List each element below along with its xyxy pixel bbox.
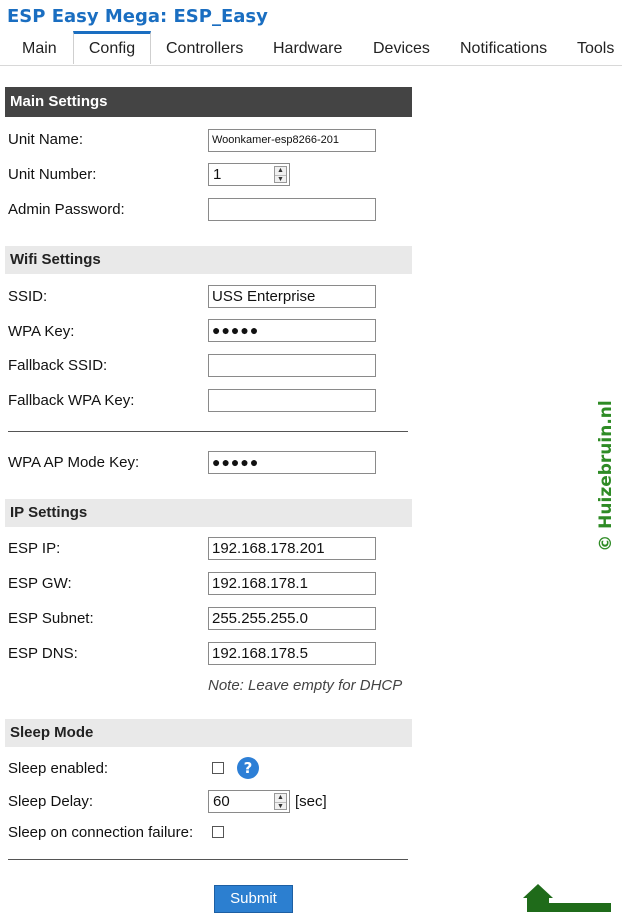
unit-name-label: Unit Name: (8, 131, 84, 148)
unit-name-input[interactable]: Woonkamer-esp8266-201 (208, 129, 376, 152)
spin-down-icon[interactable]: ▼ (275, 802, 286, 810)
esp-ip-label: ESP IP: (8, 540, 61, 557)
unit-number-label: Unit Number: (8, 166, 97, 183)
ssid-input[interactable]: USS Enterprise (208, 285, 376, 308)
spin-down-icon[interactable]: ▼ (275, 175, 286, 183)
spin-up-icon[interactable]: ▲ (275, 794, 286, 801)
fallback-ssid-label: Fallback SSID: (8, 357, 108, 374)
sleep-enabled-checkbox[interactable] (212, 762, 224, 774)
unit-number-value: 1 (213, 166, 222, 183)
tab-tools[interactable]: Tools (577, 33, 614, 65)
unit-number-stepper[interactable]: 1 ▲ ▼ (208, 163, 290, 186)
sleep-delay-label: Sleep Delay: (8, 793, 94, 810)
wpa-key-input[interactable]: ●●●●● (208, 319, 376, 342)
fallback-wpa-key-input[interactable] (208, 389, 376, 412)
wpa-key-label: WPA Key: (8, 323, 75, 340)
help-icon[interactable]: ? (237, 757, 259, 779)
main-settings-header: Main Settings (5, 87, 412, 117)
ap-mode-key-input[interactable]: ●●●●● (208, 451, 376, 474)
tab-divider (0, 65, 622, 66)
page-title: ESP Easy Mega: ESP_Easy (7, 6, 268, 27)
watermark-text: © Huizebruin.nl (596, 400, 616, 552)
wifi-settings-header: Wifi Settings (5, 246, 412, 274)
sleep-on-failure-checkbox[interactable] (212, 826, 224, 838)
esp-gw-label: ESP GW: (8, 575, 72, 592)
esp-dns-input[interactable]: 192.168.178.5 (208, 642, 376, 665)
house-icon (523, 884, 553, 898)
ip-settings-header: IP Settings (5, 499, 412, 527)
ssid-label: SSID: (8, 288, 48, 305)
fallback-wpa-key-label: Fallback WPA Key: (8, 392, 135, 409)
huizebruin-logo (521, 884, 613, 916)
sleep-delay-value: 60 (213, 793, 230, 810)
tab-controllers[interactable]: Controllers (166, 33, 243, 65)
sleep-mode-header: Sleep Mode (5, 719, 412, 747)
ap-mode-key-label: WPA AP Mode Key: (8, 454, 140, 471)
spin-up-icon[interactable]: ▲ (275, 167, 286, 174)
esp-subnet-label: ESP Subnet: (8, 610, 94, 627)
esp-ip-input[interactable]: 192.168.178.201 (208, 537, 376, 560)
sleep-delay-unit: [sec] (295, 793, 327, 810)
esp-subnet-input[interactable]: 255.255.255.0 (208, 607, 376, 630)
tab-notifications[interactable]: Notifications (460, 33, 547, 65)
sleep-on-failure-label: Sleep on connection failure: (8, 824, 194, 841)
esp-gw-input[interactable]: 192.168.178.1 (208, 572, 376, 595)
admin-password-input[interactable] (208, 198, 376, 221)
submit-button[interactable]: Submit (214, 885, 293, 913)
tab-main[interactable]: Main (22, 33, 57, 65)
divider (8, 859, 408, 860)
tab-hardware[interactable]: Hardware (273, 33, 342, 65)
esp-dns-label: ESP DNS: (8, 645, 78, 662)
tab-config[interactable]: Config (73, 31, 151, 64)
sleep-enabled-label: Sleep enabled: (8, 760, 109, 777)
dhcp-note: Note: Leave empty for DHCP (208, 677, 403, 694)
spinner-control[interactable]: ▲ ▼ (274, 793, 287, 810)
fallback-ssid-input[interactable] (208, 354, 376, 377)
sleep-delay-stepper[interactable]: 60 ▲ ▼ (208, 790, 290, 813)
spinner-control[interactable]: ▲ ▼ (274, 166, 287, 183)
admin-password-label: Admin Password: (8, 201, 125, 218)
tab-bar: Main Config Controllers Hardware Devices… (0, 31, 622, 65)
divider (8, 431, 408, 432)
tab-devices[interactable]: Devices (373, 33, 430, 65)
